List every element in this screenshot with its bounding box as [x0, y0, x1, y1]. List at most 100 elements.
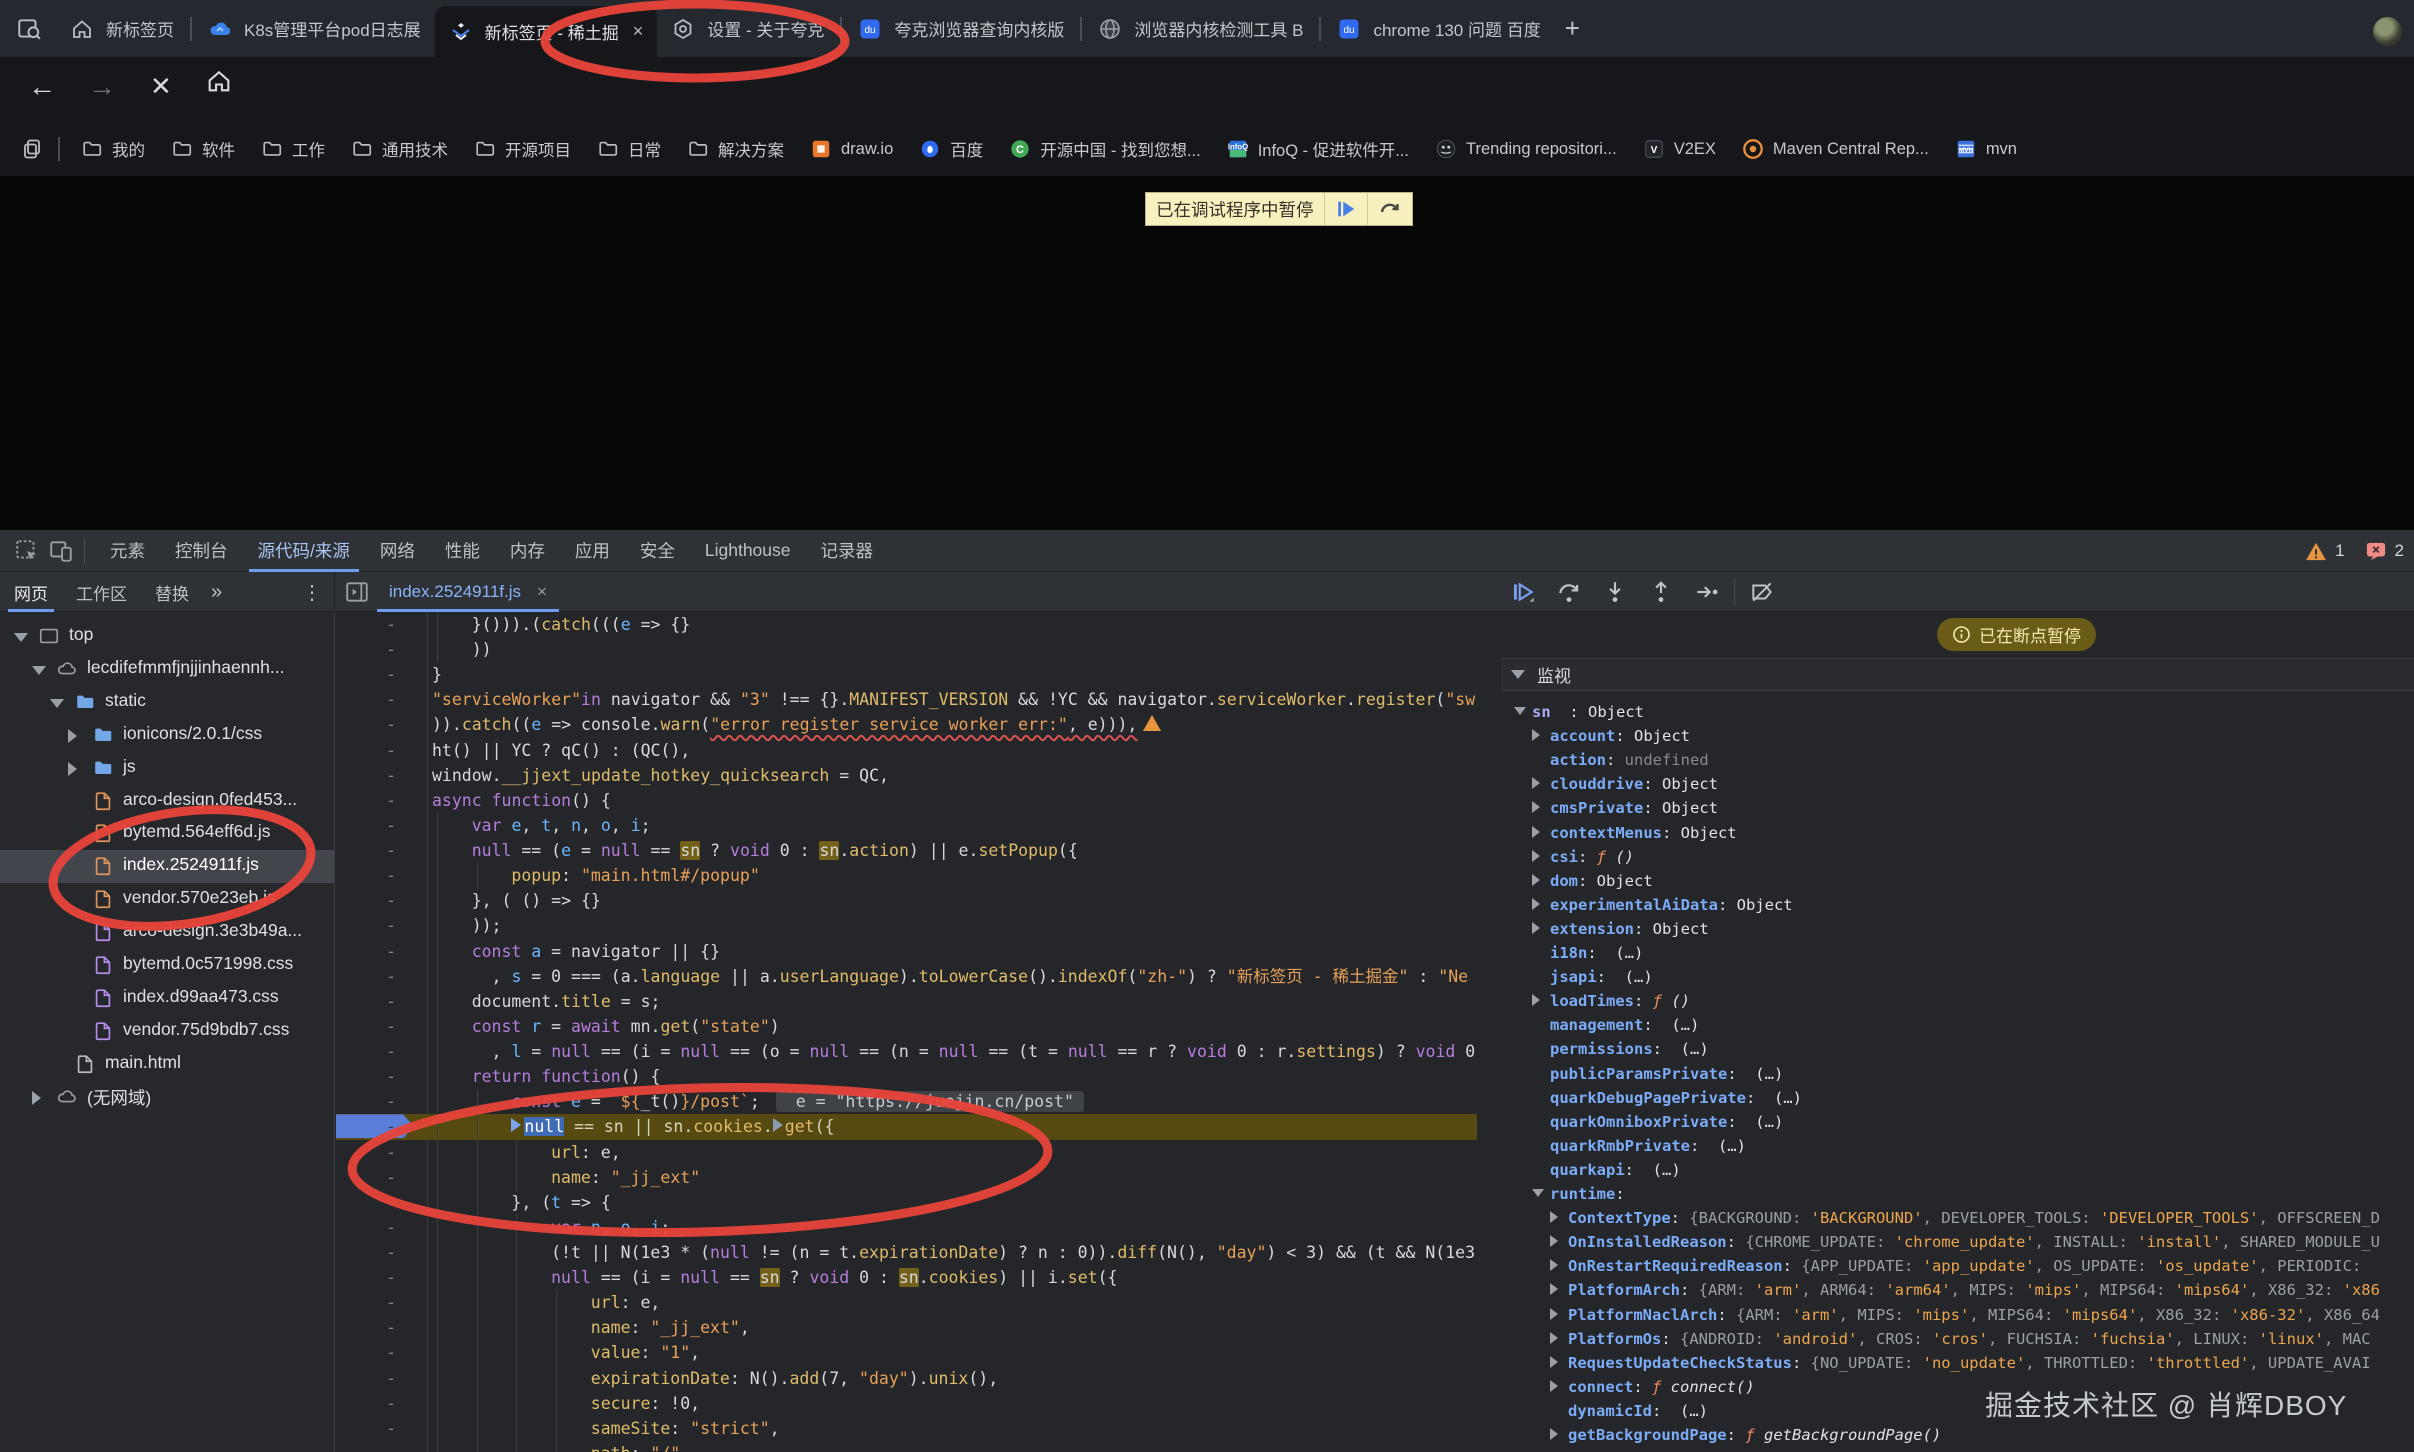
tree-item-top[interactable]: top [0, 620, 335, 653]
code-line[interactable]: -} [336, 662, 1477, 688]
code-line[interactable]: -name: "_jj_ext", [336, 1315, 1477, 1341]
tree-item-ionicons-2-0-1-css[interactable]: ionicons/2.0.1/css [0, 719, 335, 752]
new-tab-button[interactable]: + [1565, 13, 1580, 44]
toggle-sidebar-icon[interactable] [344, 579, 370, 605]
tree-expand-arrow[interactable] [50, 699, 64, 708]
code-line[interactable]: -const e = `${_t()}/post`; e = "https://… [336, 1089, 1477, 1115]
warning-icon[interactable] [2305, 541, 2327, 561]
bookmark-item[interactable]: InfoQInfoQ - 促进软件开... [1214, 137, 1422, 161]
gutter-dash[interactable]: - [386, 939, 396, 964]
sources-panel-tab[interactable]: 网页 [0, 572, 62, 612]
gutter-dash[interactable]: - [386, 1190, 396, 1215]
watch-expand-arrow[interactable] [1550, 1235, 1558, 1247]
watch-expand-arrow[interactable] [1550, 1308, 1558, 1320]
code-line[interactable]: -async function() { [336, 788, 1477, 814]
gutter-dash[interactable]: - [386, 1340, 396, 1365]
gutter-dash[interactable]: - [386, 838, 396, 863]
avatar[interactable] [2373, 17, 2402, 46]
tree-item-index-2524911f-js[interactable]: index.2524911f.js [0, 850, 335, 883]
tree-item-vendor-570e23eb-js[interactable]: vendor.570e23eb.js [0, 883, 335, 916]
step-into-icon[interactable] [1602, 579, 1628, 605]
bookmark-item[interactable]: Maven Central Rep... [1729, 138, 1942, 160]
code-line[interactable]: -path: "/" [336, 1441, 1477, 1452]
resume-script-icon[interactable] [1510, 579, 1536, 605]
watch-collapse-arrow[interactable] [1511, 670, 1525, 679]
gutter-dash[interactable]: - [386, 763, 396, 788]
code-line[interactable]: -var n, o, i; [336, 1215, 1477, 1241]
gutter-dash[interactable]: - [386, 989, 396, 1014]
bookmark-item[interactable]: 解决方案 [674, 137, 797, 161]
bookmark-item[interactable]: VV2EX [1630, 138, 1729, 160]
code-line[interactable]: -document.title = s; [336, 989, 1477, 1015]
code-line[interactable]: -ht() || YC ? qC() : (QC(), [336, 738, 1477, 764]
code-line[interactable]: -)) [336, 637, 1477, 663]
step-over-icon[interactable] [1556, 579, 1582, 605]
tree-item-arco-design-3e3b49a-[interactable]: arco-design.3e3b49a... [0, 916, 335, 949]
devtools-tab[interactable]: 控制台 [160, 530, 243, 572]
bookmark-item[interactable]: 通用技术 [338, 137, 461, 161]
tree-item-index-d99aa473-css[interactable]: index.d99aa473.css [0, 982, 335, 1015]
tree-item-bytemd-0c571998-css[interactable]: bytemd.0c571998.css [0, 949, 335, 982]
gutter-dash[interactable]: - [386, 1215, 396, 1240]
devtools-tab[interactable]: 元素 [95, 530, 160, 572]
sources-panel-tab[interactable]: 工作区 [62, 572, 141, 612]
bookmark-item[interactable]: 开源项目 [461, 137, 584, 161]
sources-panel-tab[interactable]: 替换 [141, 572, 203, 612]
gutter-dash[interactable]: - [386, 738, 396, 763]
watch-expand-arrow[interactable] [1532, 801, 1540, 813]
overflow-menu-icon[interactable]: ⋮ [294, 580, 330, 605]
forward-button[interactable]: → [88, 71, 116, 103]
continue-here-marker-icon[interactable] [773, 1118, 783, 1132]
code-line[interactable]: -)).catch((e => console.warn("error regi… [336, 712, 1477, 738]
bookmark-item[interactable]: 百度 [906, 137, 996, 161]
gutter-dash[interactable]: - [386, 1290, 396, 1315]
code-line[interactable]: -url: e, [336, 1290, 1477, 1316]
gutter-dash[interactable]: - [386, 1391, 396, 1416]
gutter-dash[interactable]: - [386, 637, 396, 662]
devtools-tab[interactable]: 性能 [430, 530, 495, 572]
device-toolbar-icon[interactable] [48, 538, 74, 564]
deactivate-breakpoints-icon[interactable] [1749, 579, 1775, 605]
code-line[interactable]: -sameSite: "strict", [336, 1416, 1477, 1442]
tree-item-vendor-75d9bdb7-css[interactable]: vendor.75d9bdb7.css [0, 1015, 335, 1048]
code-line[interactable]: -const r = await mn.get("state") [336, 1014, 1477, 1040]
step-out-icon[interactable] [1648, 579, 1674, 605]
watch-expand-arrow[interactable] [1532, 898, 1540, 910]
code-line[interactable]: -)); [336, 913, 1477, 939]
stop-button[interactable]: ✕ [150, 71, 172, 102]
watch-section-header[interactable]: 监视 [1501, 658, 2414, 691]
devtools-tab[interactable]: 记录器 [806, 530, 889, 572]
tree-expand-arrow[interactable] [32, 1091, 41, 1105]
devtools-tab[interactable]: Lighthouse [690, 530, 806, 572]
bookmark-item[interactable]: draw.io [797, 138, 906, 160]
tree-item-js[interactable]: js [0, 752, 335, 785]
editor-file-tab[interactable]: index.2524911f.js × [377, 572, 559, 612]
window-search-icon[interactable] [16, 16, 42, 42]
gutter-dash[interactable]: - [386, 662, 396, 687]
tree-item-lecdifefmmfjnjjinhaennh-[interactable]: lecdifefmmfjnjjinhaennh... [0, 653, 335, 686]
paused-code-line[interactable]: -null == sn || sn.cookies.get({ [336, 1114, 1477, 1140]
bookmark-item[interactable]: C开源中国 - 找到您想... [996, 137, 1213, 161]
tree-item-main-html[interactable]: main.html [0, 1048, 335, 1081]
tree-expand-arrow[interactable] [68, 729, 77, 743]
code-line[interactable]: -expirationDate: N().add(7, "day").unix(… [336, 1366, 1477, 1392]
code-line[interactable]: -null == (i = null == sn ? void 0 : sn.c… [336, 1265, 1477, 1291]
inline-warning-icon[interactable] [1143, 715, 1161, 731]
tree-expand-arrow[interactable] [68, 762, 77, 776]
devtools-tab[interactable]: 安全 [625, 530, 690, 572]
gutter-dash[interactable]: - [386, 788, 396, 813]
devtools-tab[interactable]: 应用 [560, 530, 625, 572]
gutter-dash[interactable]: - [386, 1064, 396, 1089]
banner-resume-button[interactable] [1325, 193, 1367, 225]
tree-expand-arrow[interactable] [14, 633, 28, 642]
watch-expand-arrow[interactable] [1550, 1428, 1558, 1440]
editor-tab-close-icon[interactable]: × [537, 582, 547, 602]
tree-item-bytemd-564eff6d-js[interactable]: bytemd.564eff6d.js [0, 817, 335, 850]
watch-expand-arrow[interactable] [1532, 994, 1540, 1006]
bookmark-item[interactable]: 软件 [158, 137, 248, 161]
code-line[interactable]: -null == (e = null == sn ? void 0 : sn.a… [336, 838, 1477, 864]
browser-tab[interactable]: K8s管理平台pod日志展 [194, 0, 435, 57]
watch-expand-arrow[interactable] [1550, 1259, 1558, 1271]
gutter-dash[interactable]: - [386, 813, 396, 838]
issues-icon[interactable] [2365, 541, 2387, 561]
